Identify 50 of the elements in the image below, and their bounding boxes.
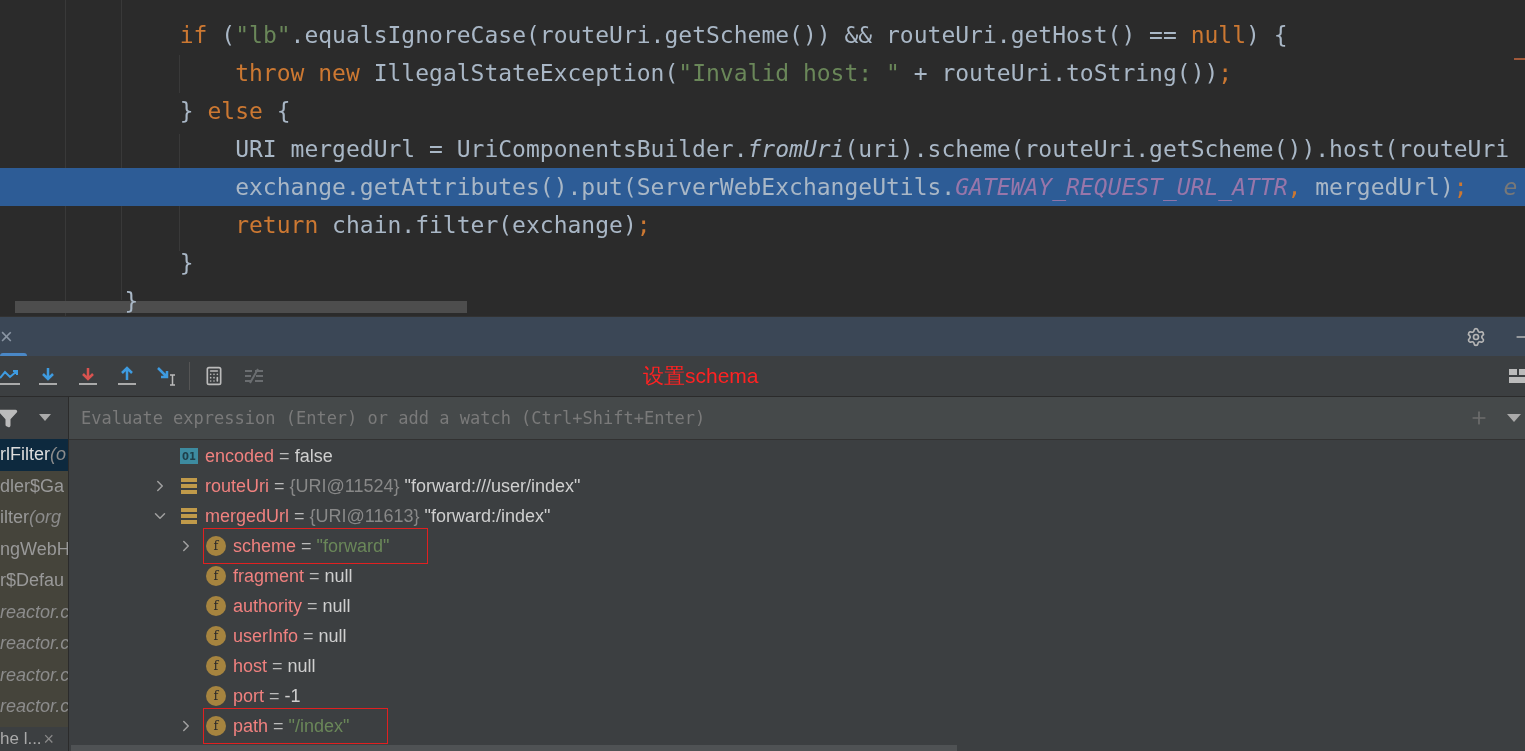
stack-frame[interactable]: r$Defau <box>0 565 68 597</box>
variable-text: authority = null <box>233 594 351 618</box>
tab-label[interactable]: he l... <box>0 726 42 751</box>
field-icon: f <box>206 626 226 646</box>
filter-icon[interactable] <box>0 408 18 428</box>
run-to-cursor-icon[interactable] <box>156 365 178 387</box>
calculator-icon[interactable] <box>204 366 224 386</box>
field-icon: f <box>206 596 226 616</box>
variable-text: userInfo = null <box>233 624 347 648</box>
variable-text: path = "/index" <box>233 714 350 738</box>
variable-text: scheme = "forward" <box>233 534 390 558</box>
code-line: throw new IllegalStateException("Invalid host: " + routeUri.toString()); <box>234 61 1233 85</box>
variable-text: port = -1 <box>233 684 301 708</box>
field-icon: f <box>206 566 226 586</box>
force-step-into-icon[interactable] <box>78 366 98 386</box>
step-out-icon[interactable] <box>117 366 137 386</box>
close-tab-button[interactable]: × <box>0 325 12 348</box>
variable-text: host = null <box>233 654 316 678</box>
stack-frame[interactable]: ngWebH <box>0 533 68 565</box>
settings-icon[interactable] <box>1466 326 1486 347</box>
variable-text: encoded = false <box>205 444 333 468</box>
error-stripe-mark <box>1514 58 1525 60</box>
object-icon <box>180 507 198 525</box>
code-line: if ("lb".equalsIgnoreCase(routeUri.getScheme()) && routeUri.getHost() == null) { <box>178 23 1288 47</box>
primitive-icon: 01 <box>180 448 198 464</box>
object-icon <box>180 477 198 495</box>
dropdown-arrow-icon[interactable] <box>1507 413 1521 423</box>
dropdown-arrow-icon[interactable] <box>39 414 51 422</box>
horizontal-scrollbar[interactable] <box>71 745 957 751</box>
code-line: exchange.getAttributes().put(ServerWebExchangeUtils.GATEWAY_REQUEST_URL_ATTR, mergedUrl); e <box>234 175 1518 199</box>
step-into-icon[interactable] <box>38 366 58 386</box>
trace-icon <box>244 367 264 385</box>
variable-text: fragment = null <box>233 564 353 588</box>
code-line: } else { <box>178 99 291 123</box>
variable-text: mergedUrl = {URI@11613} "forward:/index" <box>205 504 551 528</box>
variable-text: routeUri = {URI@11524} "forward:///user/index" <box>205 474 581 498</box>
field-icon: f <box>206 716 226 736</box>
code-line: return chain.filter(exchange); <box>234 213 651 237</box>
field-icon: f <box>206 536 226 556</box>
field-icon: f <box>206 686 226 706</box>
close-button[interactable]: × <box>43 730 55 748</box>
stack-frame[interactable]: rlFilter(o <box>0 439 68 471</box>
stack-frame[interactable]: dler$Ga <box>0 470 68 502</box>
annotation-note: 设置schema <box>643 363 759 390</box>
stack-frame[interactable]: ilter(org <box>0 502 68 534</box>
code-line: } <box>178 251 194 275</box>
code-line: URI mergedUrl = UriComponentsBuilder.fromUri(uri).scheme(routeUri.getScheme()).host(routeUri <box>234 137 1510 161</box>
layout-icon[interactable] <box>1509 367 1525 385</box>
code-line: } <box>123 289 139 313</box>
field-icon: f <box>206 656 226 676</box>
